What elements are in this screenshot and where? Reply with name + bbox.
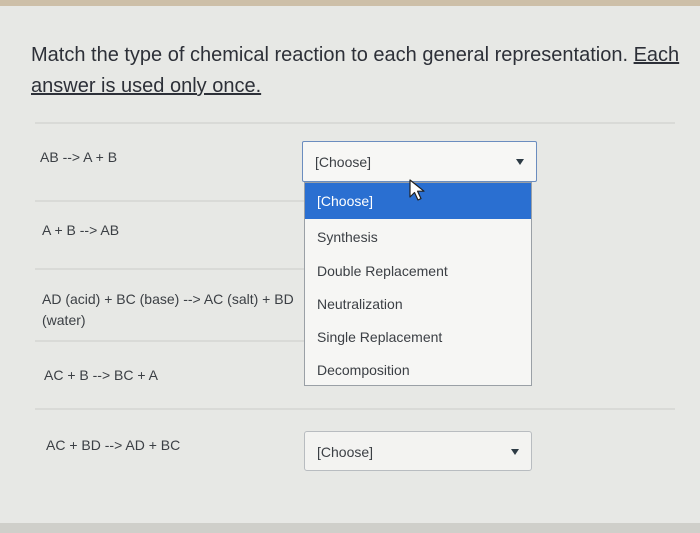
equation-4: AC + B --> BC + A [44, 367, 158, 383]
top-edge [0, 0, 700, 6]
answer-dropdown-list: [Choose] Synthesis Double Replacement Ne… [304, 182, 532, 386]
option-synthesis[interactable]: Synthesis [305, 220, 531, 254]
option-neutralization[interactable]: Neutralization [305, 287, 531, 321]
divider [35, 200, 305, 202]
equation-5: AC + BD --> AD + BC [46, 437, 181, 453]
divider [35, 122, 675, 124]
equation-3-line-1: AD (acid) + BC (base) --> AC (salt) + BD [42, 291, 294, 307]
equation-1: AB --> A + B [40, 149, 118, 165]
question-prompt: Match the type of chemical reaction to e… [31, 40, 681, 102]
divider [35, 268, 305, 270]
instruction-text-1: Each [633, 44, 680, 66]
answer-select-5[interactable]: [Choose] [304, 431, 532, 471]
question-prompt-text: Match the type of chemical reaction to e… [31, 44, 634, 66]
select-value-5: [Choose] [317, 444, 374, 460]
divider [35, 340, 305, 342]
option-decomposition[interactable]: Decomposition [305, 353, 531, 387]
mouse-cursor-icon [409, 179, 425, 201]
answer-select-1[interactable]: [Choose] [302, 141, 537, 182]
chevron-down-icon [516, 159, 524, 165]
chevron-down-icon [511, 449, 519, 455]
equation-3: AD (acid) + BC (base) --> AC (salt) + BD… [42, 289, 294, 331]
bottom-edge [0, 523, 700, 533]
divider [35, 408, 675, 410]
option-double-replacement[interactable]: Double Replacement [305, 254, 531, 288]
equation-3-line-2: (water) [42, 312, 86, 328]
option-single-replacement[interactable]: Single Replacement [305, 320, 531, 354]
instruction-text-2: answer is used only once. [31, 75, 262, 97]
select-value-1: [Choose] [315, 154, 372, 170]
equation-2: A + B --> AB [42, 222, 120, 238]
